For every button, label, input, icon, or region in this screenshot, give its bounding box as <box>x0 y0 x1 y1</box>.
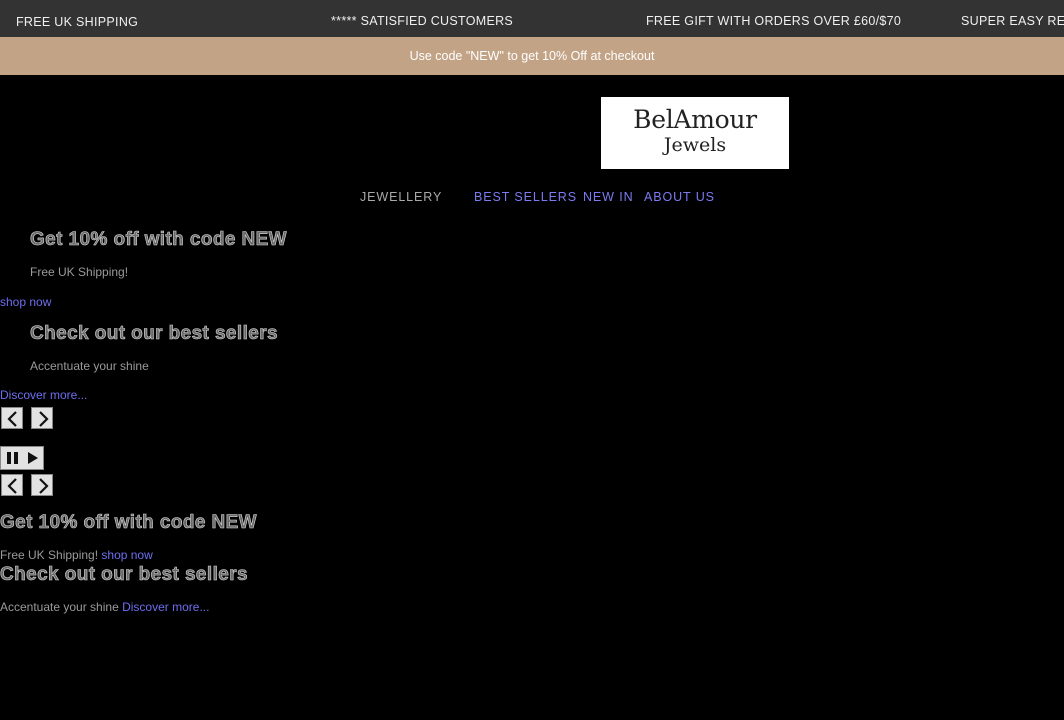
chevron-left-icon <box>7 478 17 494</box>
slide-next-button[interactable] <box>31 407 53 429</box>
slide-next-button[interactable] <box>31 474 53 496</box>
play-icon <box>28 452 38 464</box>
nav-jewellery[interactable]: JEWELLERY <box>360 190 442 204</box>
announcement-bar: FREE UK SHIPPING ***** SATISFIED CUSTOME… <box>0 0 1064 37</box>
slide-heading: Check out our best sellers <box>0 564 248 586</box>
promo-text: Use code "NEW" to get 10% Off at checkou… <box>409 49 655 63</box>
promo-bar: Use code "NEW" to get 10% Off at checkou… <box>0 37 1064 75</box>
nav-best-sellers[interactable]: BEST SELLERS <box>474 190 577 204</box>
slide-subtext: Free UK Shipping! <box>0 548 99 562</box>
slide-subtext: Accentuate your shine <box>0 600 119 614</box>
play-pause-button[interactable] <box>0 446 44 470</box>
slide-subtext: Accentuate your shine <box>30 359 149 373</box>
announcement-free-gift: FREE GIFT WITH ORDERS OVER £60/$70 <box>646 14 902 28</box>
site-logo[interactable]: BelAmour Jewels <box>601 97 789 169</box>
pause-icon <box>7 452 18 464</box>
slide-text-row: Accentuate your shine Discover more... <box>0 600 209 614</box>
slide-cta-link[interactable]: shop now <box>101 548 152 562</box>
slide-prev-button[interactable] <box>1 474 23 496</box>
slide-heading: Get 10% off with code NEW <box>0 512 258 534</box>
slide-cta-link[interactable]: shop now <box>0 295 51 309</box>
logo-line-jewels: Jewels <box>663 134 727 156</box>
announcement-free-shipping: FREE UK SHIPPING <box>16 15 139 29</box>
chevron-right-icon <box>39 411 49 427</box>
chevron-right-icon <box>39 478 49 494</box>
slide-cta-link[interactable]: Discover more... <box>0 388 87 402</box>
logo-line-brand: BelAmour <box>633 105 757 134</box>
slide-heading: Get 10% off with code NEW <box>30 229 288 251</box>
slide-cta-link[interactable]: Discover more... <box>122 600 209 614</box>
slide-text-row: Free UK Shipping! shop now <box>0 548 153 562</box>
announcement-returns: SUPER EASY RE <box>961 14 1064 28</box>
nav-about-us[interactable]: ABOUT US <box>644 190 715 204</box>
announcement-satisfied-customers: ***** SATISFIED CUSTOMERS <box>331 14 514 28</box>
slide-heading: Check out our best sellers <box>30 323 278 345</box>
nav-new-in[interactable]: NEW IN <box>583 190 634 204</box>
chevron-left-icon <box>7 411 17 427</box>
slide-prev-button[interactable] <box>1 407 23 429</box>
slide-subtext: Free UK Shipping! <box>30 265 129 279</box>
